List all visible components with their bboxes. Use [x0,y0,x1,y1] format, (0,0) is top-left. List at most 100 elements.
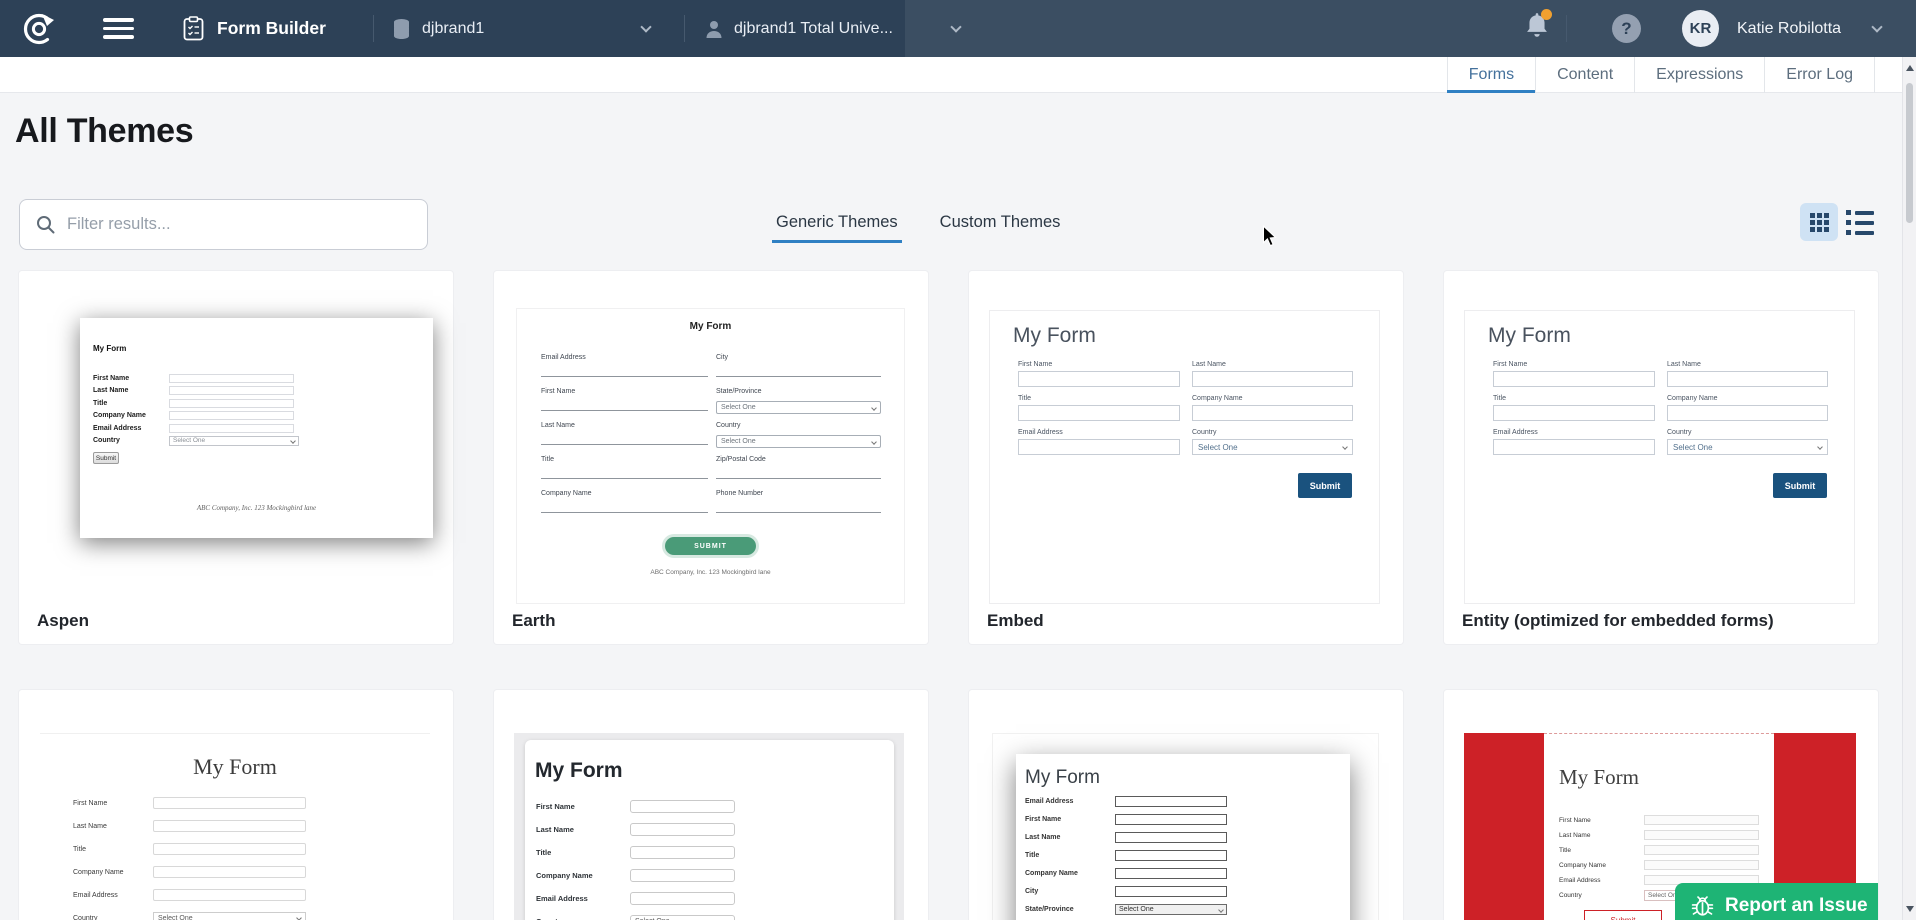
tab-generic-themes[interactable]: Generic Themes [772,201,902,243]
mini-form-title: My Form [1488,324,1854,348]
scroll-down-arrow-icon[interactable] [1906,906,1914,912]
mini-label: Last Name [73,823,153,830]
mini-input [1115,796,1227,807]
workspace-dropdown-chevron[interactable] [952,0,960,57]
chevron-down-icon [290,438,296,444]
scroll-up-arrow-icon[interactable] [1906,65,1914,71]
page-title: All Themes [15,112,193,151]
tab-error-log[interactable]: Error Log [1764,57,1875,93]
workspace-name: djbrand1 Total Unive... [734,20,893,38]
mini-form-title: My Form [1013,324,1379,348]
main-menu-button[interactable] [103,0,134,57]
user-name: Katie Robilotta [1737,20,1841,38]
mini-input [153,820,306,832]
mini-select: Select One [630,915,735,920]
mini-label: Company Name [541,490,708,497]
filter-input[interactable] [67,215,397,234]
mini-label: Email Address [1025,798,1115,805]
mini-form-cell: Company Name [1667,395,1828,421]
help-button[interactable]: ? [1612,0,1641,57]
product-home[interactable]: Form Builder [183,0,326,57]
report-issue-button[interactable]: Report an Issue [1675,883,1878,920]
mini-select: Select One [716,401,881,414]
mini-form-fields: First NameLast NameTitleCompany NameEmai… [93,372,299,464]
mini-select-value: Select One [173,437,205,444]
theme-card-entity-optimized-for-embedded-forms[interactable]: My FormFirst NameLast NameTitleCompany N… [1444,271,1878,644]
list-view-button[interactable] [1846,210,1876,235]
mini-label: Title [536,848,630,857]
tab-custom-themes[interactable]: Custom Themes [936,201,1065,243]
mini-input [153,866,306,878]
mini-input [1493,439,1655,455]
mini-select-value: Select One [158,915,193,920]
mini-form-cell: Last Name [1192,361,1353,387]
workspace-dropdown[interactable]: djbrand1 Total Unive... [705,0,893,57]
vertical-scrollbar[interactable] [1902,57,1916,920]
mini-form-row: First Name [73,797,430,809]
theme-card-shadow_page[interactable]: My FormEmail AddressFirst NameLast NameT… [969,690,1403,920]
mini-select: Select One [153,912,306,920]
mini-label: Title [73,846,153,853]
mini-label: Zip/Postal Code [716,456,881,463]
mini-input [716,376,881,377]
grid-view-button[interactable] [1800,203,1838,241]
mini-label: Country [93,437,169,444]
mini-form-row: Email Address [536,892,894,905]
tab-content[interactable]: Content [1535,57,1634,93]
mini-label: Email Address [1493,429,1655,436]
mini-form-footer: ABC Company, Inc. 123 Mockingbird lane [80,504,433,512]
mini-form-row: Last Name [1559,830,1774,840]
mini-form-fields: First NameLast NameTitleCompany NameEmai… [1018,361,1379,455]
theme-card-embed[interactable]: My FormFirst NameLast NameTitleCompany N… [969,271,1403,644]
mini-submit-button: Submit [93,452,119,464]
scrollbar-thumb[interactable] [1906,83,1913,223]
theme-thumbnail: My FormFirst NameLast NameTitleCompany N… [80,318,433,538]
theme-thumbnail: My FormEmail AddressCityFirst NameState/… [516,308,905,604]
chevron-down-icon [640,21,651,32]
mini-input [1115,814,1227,825]
mini-label: Company Name [1559,862,1644,869]
mini-input [630,800,735,813]
tab-forms[interactable]: Forms [1447,57,1535,93]
theme-card-serif_center[interactable]: My FormFirst NameLast NameTitleCompany N… [19,690,453,920]
mini-label: Last Name [1192,361,1353,368]
navbar-divider [373,15,374,42]
user-menu[interactable]: Katie Robilotta [1737,0,1841,57]
mini-form-title: My Form [517,321,904,332]
chevron-down-icon [1218,907,1224,913]
app-logo[interactable] [20,0,58,57]
mini-form-cell: Title [541,456,708,490]
theme-card-aspen[interactable]: My FormFirst NameLast NameTitleCompany N… [19,271,453,644]
mini-form-cell: Title [1018,395,1180,421]
mini-form-row: City [1025,886,1350,897]
theme-card-earth[interactable]: My FormEmail AddressCityFirst NameState/… [494,271,928,644]
user-menu-chevron[interactable] [1873,0,1881,57]
mini-submit-button: SUBMIT [665,537,756,555]
mini-form-cell: Email Address [541,354,708,388]
mini-form-cell: First Name [1493,361,1655,387]
mini-form-title: My Form [1559,765,1774,790]
mini-input [169,424,294,433]
notifications-button[interactable] [1524,0,1550,57]
clipboard-check-icon [183,16,204,41]
tab-expressions[interactable]: Expressions [1634,57,1764,93]
mini-form-cell: Email Address [1018,429,1180,455]
theme-card-boxed_card[interactable]: My FormFirst NameLast NameTitleCompany N… [494,690,928,920]
product-title: Form Builder [217,18,326,39]
mini-form-footer: ABC Company, Inc. 123 Mockingbird lane [517,569,904,576]
mini-input [541,512,708,513]
mini-label: State/Province [716,388,881,395]
chevron-down-icon [1342,444,1348,450]
mini-select-value: Select One [721,438,756,445]
mini-label: Last Name [1559,832,1644,839]
mini-label: Email Address [541,354,708,361]
mini-form-row: First Name [536,800,894,813]
mini-label: Title [1018,395,1180,402]
account-dropdown[interactable]: djbrand1 [392,0,484,57]
user-avatar[interactable]: KR [1682,0,1719,57]
mini-label: Country [716,422,881,429]
mini-form-title: My Form [40,754,430,780]
mini-form-cell: First Name [541,388,708,422]
account-dropdown-chevron[interactable] [642,0,650,57]
mini-label: First Name [541,388,708,395]
